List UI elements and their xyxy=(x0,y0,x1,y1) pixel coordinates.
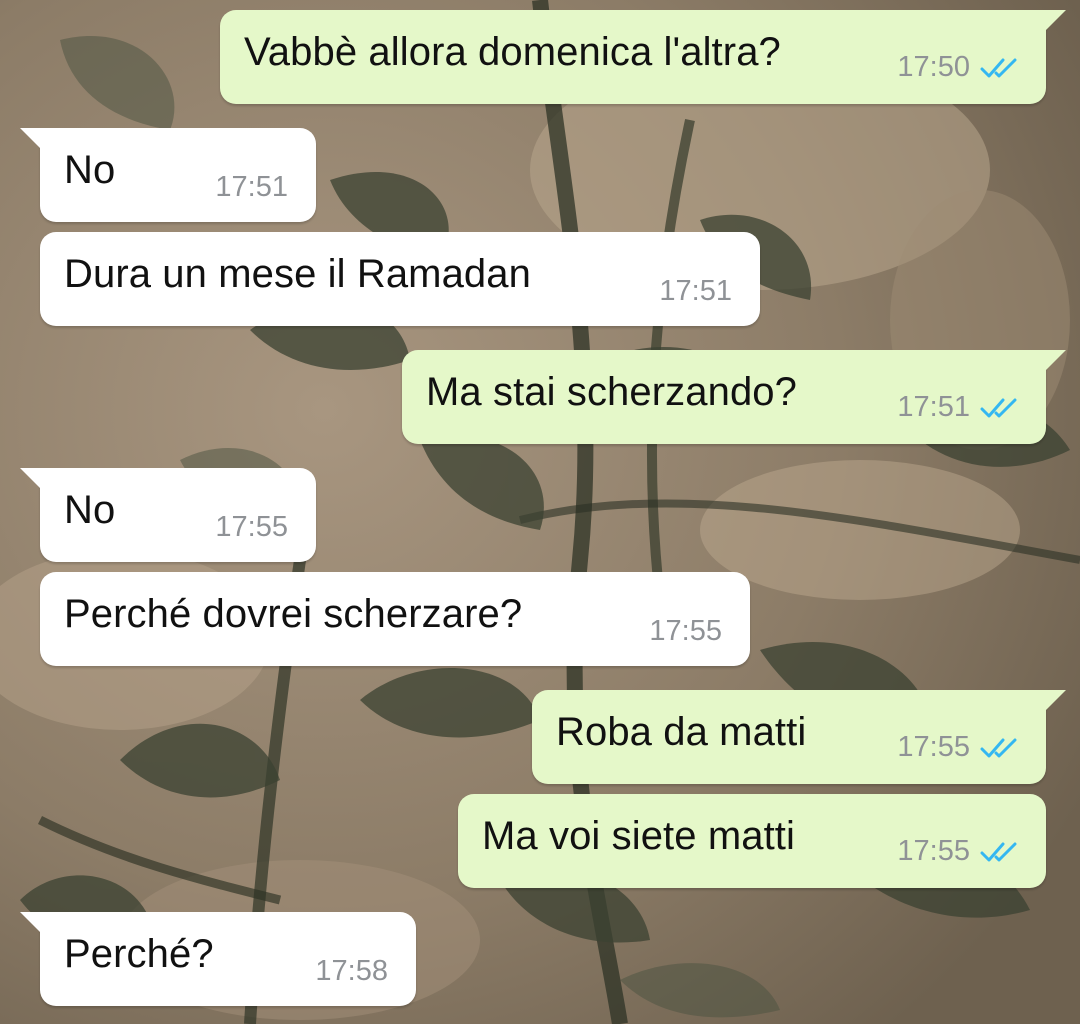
double-check-read-icon xyxy=(980,58,1017,77)
chat-conversation: Vabbè allora domenica l'altra? 17:50 No … xyxy=(0,0,1080,1024)
message-time: 17:55 xyxy=(897,835,970,867)
message-text: Ma voi siete matti xyxy=(482,814,796,858)
message-bubble-outgoing[interactable]: Vabbè allora domenica l'altra? 17:50 xyxy=(220,10,1066,104)
double-check-read-icon xyxy=(980,738,1017,757)
message-bubble-outgoing[interactable]: Roba da matti 17:55 xyxy=(532,690,1066,784)
message-bubble-outgoing[interactable]: Ma stai scherzando? 17:51 xyxy=(402,350,1066,444)
message-bubble-incoming[interactable]: No 17:55 xyxy=(20,468,316,562)
message-meta: 17:55 xyxy=(897,835,1022,868)
bubble-tail xyxy=(20,468,42,490)
message-text: Perché? xyxy=(64,932,214,976)
bubble-tail xyxy=(1044,690,1066,712)
message-time: 17:58 xyxy=(315,955,388,987)
message-text: Dura un mese il Ramadan xyxy=(64,252,531,296)
bubble-tail xyxy=(1044,10,1066,32)
message-time: 17:51 xyxy=(215,171,288,203)
message-meta: 17:51 xyxy=(659,275,732,308)
message-bubble-outgoing[interactable]: Ma voi siete matti 17:55 xyxy=(458,794,1046,888)
message-bubble-incoming[interactable]: No 17:51 xyxy=(20,128,316,222)
bubble-tail xyxy=(20,128,42,150)
message-bubble-incoming[interactable]: Dura un mese il Ramadan 17:51 xyxy=(40,232,760,326)
message-time: 17:50 xyxy=(897,51,970,83)
double-check-read-icon xyxy=(980,398,1017,417)
message-meta: 17:51 xyxy=(215,171,288,204)
double-check-read-icon xyxy=(980,842,1017,861)
message-meta: 17:55 xyxy=(649,615,722,648)
message-time: 17:51 xyxy=(659,275,732,307)
message-meta: 17:50 xyxy=(897,51,1022,84)
message-time: 17:55 xyxy=(897,731,970,763)
message-text: Roba da matti xyxy=(556,710,807,754)
message-meta: 17:58 xyxy=(315,955,388,988)
message-time: 17:55 xyxy=(649,615,722,647)
message-text: Ma stai scherzando? xyxy=(426,370,797,414)
message-meta: 17:51 xyxy=(897,391,1022,424)
message-meta: 17:55 xyxy=(897,731,1022,764)
message-text: Perché dovrei scherzare? xyxy=(64,592,523,636)
message-text: No xyxy=(64,148,116,192)
message-text: Vabbè allora domenica l'altra? xyxy=(244,30,781,74)
message-text: No xyxy=(64,488,116,532)
bubble-tail xyxy=(20,912,42,934)
message-meta: 17:55 xyxy=(215,511,288,544)
message-bubble-incoming[interactable]: Perché? 17:58 xyxy=(20,912,416,1006)
message-bubble-incoming[interactable]: Perché dovrei scherzare? 17:55 xyxy=(40,572,750,666)
message-time: 17:55 xyxy=(215,511,288,543)
bubble-tail xyxy=(1044,350,1066,372)
message-time: 17:51 xyxy=(897,391,970,423)
